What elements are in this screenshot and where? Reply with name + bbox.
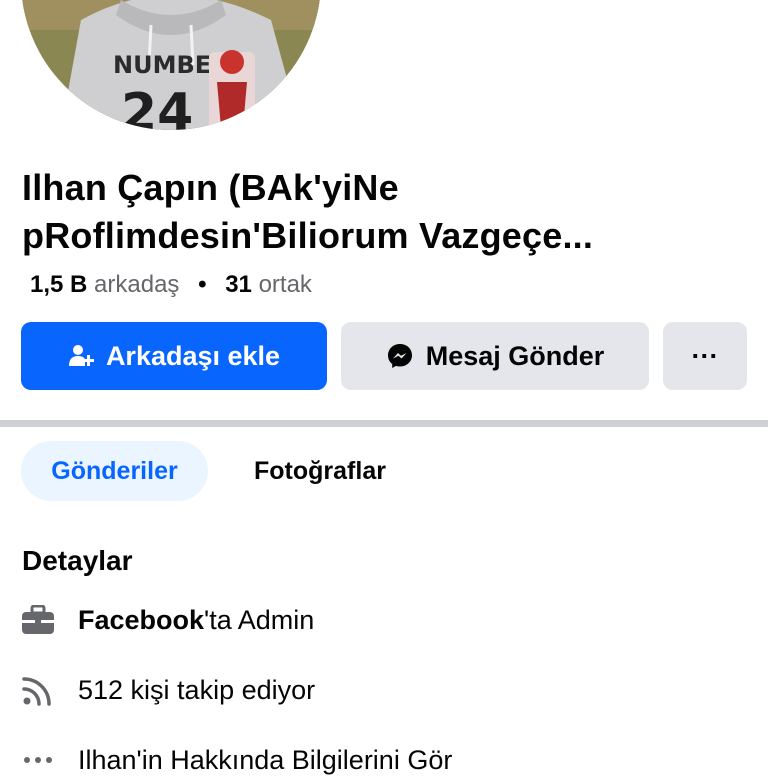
- svg-text:24: 24: [121, 83, 193, 130]
- friends-label: arkadaş: [94, 271, 180, 298]
- detail-work-text: Facebook'ta Admin: [78, 605, 314, 636]
- stats-separator: •: [198, 271, 207, 298]
- profile-name-line1: Ilhan Çapın (BAk'yiNe: [22, 167, 399, 208]
- messenger-icon: [386, 342, 414, 370]
- friends-count: 1,5 B: [30, 271, 88, 298]
- add-friend-button[interactable]: Arkadaşı ekle: [21, 322, 327, 390]
- detail-followers[interactable]: 512 kişi takip ediyor: [20, 670, 315, 710]
- tab-posts[interactable]: Gönderiler: [21, 441, 208, 501]
- friend-stats[interactable]: 1,5 B arkadaş • 31 ortak: [30, 270, 312, 300]
- tab-posts-label: Gönderiler: [51, 456, 178, 485]
- add-friend-label: Arkadaşı ekle: [105, 340, 281, 371]
- profile-avatar[interactable]: NUMBER 24: [21, 0, 321, 130]
- profile-name: Ilhan Çapın (BAk'yiNe pRoflimdesin'Bilio…: [22, 164, 742, 260]
- send-message-button[interactable]: Mesaj Gönder: [341, 322, 649, 390]
- mutual-count: 31: [225, 271, 252, 298]
- detail-work-role: 'ta Admin: [204, 604, 315, 635]
- avatar-image: NUMBER 24: [21, 0, 321, 130]
- detail-work[interactable]: Facebook'ta Admin: [20, 600, 314, 640]
- tab-photos[interactable]: Fotoğraflar: [222, 441, 418, 501]
- detail-followers-text: 512 kişi takip ediyor: [78, 674, 316, 705]
- detail-about-link[interactable]: Ilhan'in Hakkında Bilgilerini Gör: [20, 740, 452, 780]
- more-icon: ···: [691, 340, 719, 371]
- details-heading: Detaylar: [22, 545, 133, 576]
- more-options-button[interactable]: ···: [663, 322, 747, 390]
- send-message-label: Mesaj Gönder: [425, 340, 605, 371]
- detail-work-company: Facebook: [78, 604, 205, 635]
- ellipsis-icon: [20, 742, 56, 778]
- section-divider: [0, 420, 768, 427]
- profile-name-line2: pRoflimdesin'Biliorum Vazgeçe...: [22, 215, 594, 256]
- mutual-label: ortak: [258, 271, 312, 298]
- tab-photos-label: Fotoğraflar: [254, 456, 386, 485]
- briefcase-icon: [20, 602, 56, 638]
- add-friend-icon: [68, 343, 94, 369]
- rss-icon: [20, 672, 56, 708]
- detail-about-text: Ilhan'in Hakkında Bilgilerini Gör: [78, 744, 453, 775]
